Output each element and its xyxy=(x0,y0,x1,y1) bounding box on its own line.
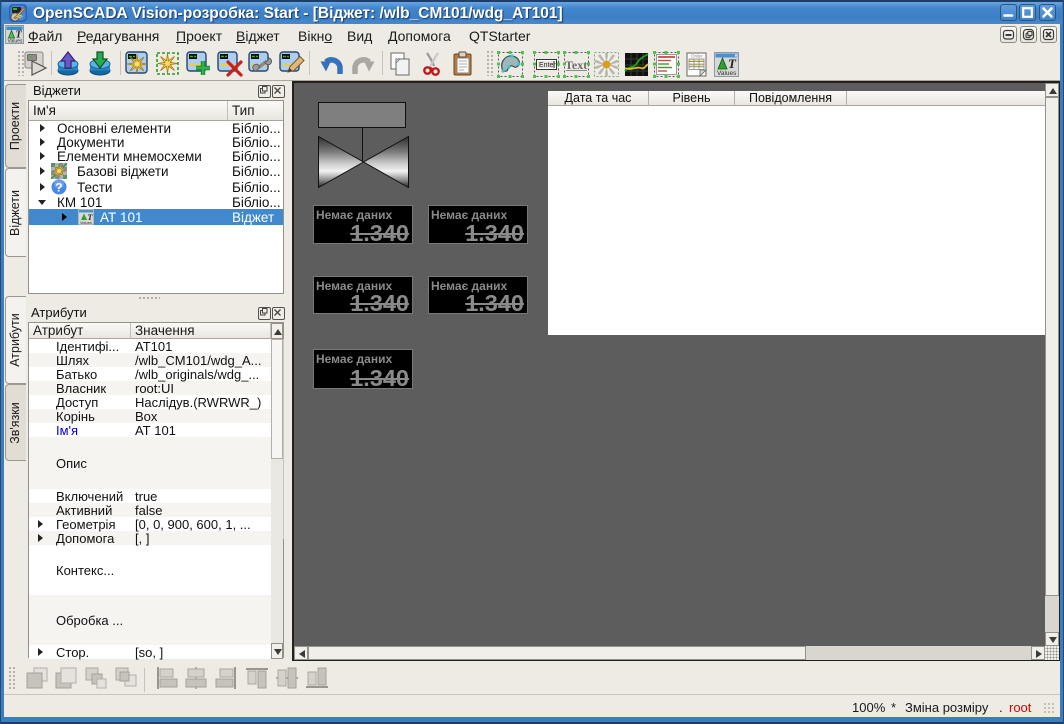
svg-text:Text: Text xyxy=(565,58,587,72)
svg-text:T: T xyxy=(728,56,737,71)
svg-text:Values: Values xyxy=(717,70,737,77)
svg-text:Values: Values xyxy=(8,39,23,45)
svg-text:Values: Values xyxy=(80,220,92,225)
svg-text:Order: Order xyxy=(691,54,703,59)
svg-text:?: ? xyxy=(55,181,62,195)
